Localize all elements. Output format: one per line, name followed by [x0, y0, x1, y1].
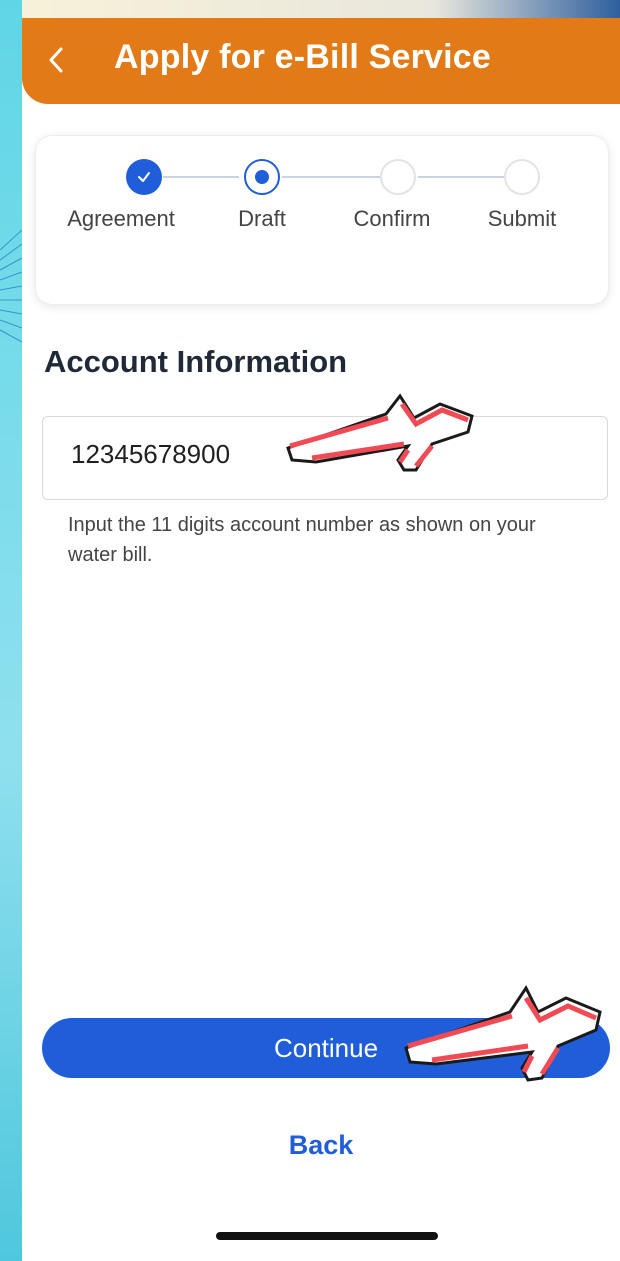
- step-label-submit: Submit: [487, 206, 557, 231]
- pointer-hand-icon: [404, 985, 602, 1082]
- step-connector: [282, 176, 380, 178]
- chevron-left-icon[interactable]: [48, 40, 78, 80]
- step-agreement-check-icon: [126, 159, 162, 195]
- step-connector: [163, 176, 239, 178]
- back-button[interactable]: Back: [22, 1130, 620, 1161]
- frame-top-border: [0, 0, 620, 18]
- frame-left-border: [0, 0, 22, 1261]
- app-header: Apply for e-Bill Service: [22, 18, 620, 104]
- page-title: Apply for e-Bill Service: [114, 38, 492, 76]
- home-indicator: [216, 1232, 438, 1240]
- step-label-draft: Draft: [238, 206, 286, 231]
- step-confirm-indicator: [380, 159, 416, 195]
- account-number-value: 12345678900: [71, 439, 231, 469]
- decorative-lines: [0, 230, 22, 343]
- step-submit-indicator: [504, 159, 540, 195]
- step-label-agreement: Agreement: [67, 206, 175, 231]
- step-label-confirm: Confirm: [353, 206, 431, 231]
- step-connector: [418, 176, 504, 178]
- pointer-hand-icon: [286, 393, 474, 472]
- step-draft-indicator: [244, 159, 280, 195]
- helper-text: Input the 11 digits account number as sh…: [68, 514, 536, 566]
